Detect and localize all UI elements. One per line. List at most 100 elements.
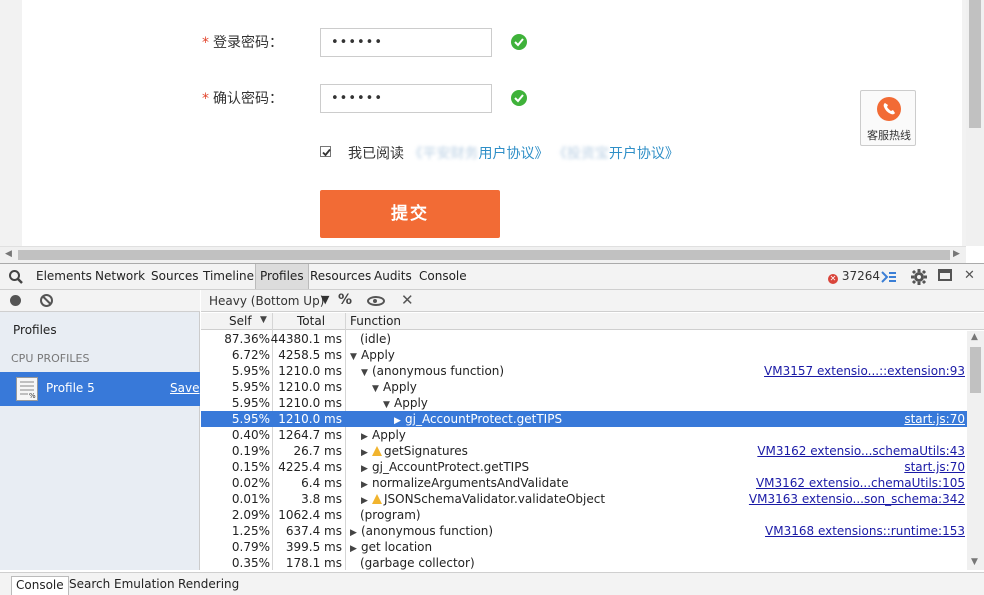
self-cell: 1.25% — [231, 524, 270, 538]
self-cell: 0.02% — [231, 476, 270, 490]
confirm-password-label: * 确认密码： — [202, 91, 283, 107]
record-icon[interactable] — [10, 295, 21, 306]
sidebar-item-profile[interactable]: % Profile 5 Save — [0, 372, 200, 406]
scroll-up-icon[interactable]: ▲ — [971, 332, 978, 342]
table-row[interactable]: 0.02% 6.4 ms ▶ normalizeArgumentsAndValidat… — [201, 475, 967, 491]
total-cell: 1062.4 ms — [278, 508, 342, 522]
source-link[interactable]: start.js:70 — [904, 411, 965, 427]
search-icon[interactable] — [8, 269, 24, 285]
tab-network[interactable]: Network — [91, 264, 149, 289]
phone-icon — [877, 97, 901, 121]
function-cell: (idle) — [360, 331, 391, 347]
error-count[interactable]: ✕ 37264 — [828, 269, 880, 284]
hotline-button[interactable]: 客服热线 — [860, 90, 916, 146]
cpu-profiles-heading: CPU PROFILES — [11, 352, 90, 365]
drawer-tab-rendering[interactable]: Rendering — [174, 576, 243, 595]
scroll-right-icon[interactable]: ▶ — [953, 249, 960, 259]
source-link[interactable]: VM3162 extensio...chemaUtils:105 — [756, 475, 965, 491]
gear-icon[interactable] — [910, 268, 928, 286]
function-cell: (program) — [360, 507, 421, 523]
table-row[interactable]: 1.25% 637.4 ms ▶ (anonymous function) VM3168… — [201, 523, 967, 539]
table-row[interactable]: 87.36% 44380.1 ms (idle) — [201, 331, 967, 347]
user-agreement-link[interactable]: 《平安财务用户协议》 — [408, 146, 548, 162]
table-row[interactable]: 0.19% 26.7 ms ▶ getSignatures VM3162 extensi… — [201, 443, 967, 459]
tab-profiles[interactable]: Profiles — [255, 264, 309, 289]
column-total[interactable]: Total — [297, 314, 325, 328]
exclude-icon[interactable]: ✕ — [401, 291, 414, 309]
grid-header: Self ▼ Total Function — [201, 313, 984, 330]
table-row[interactable]: 0.79% 399.5 ms ▶ get location — [201, 539, 967, 555]
devtools-toolbar: Elements Network Sources Timeline Profil… — [0, 264, 984, 290]
scroll-down-icon[interactable]: ▼ — [971, 557, 978, 567]
tab-audits[interactable]: Audits — [370, 264, 416, 289]
dropdown-arrow-icon[interactable]: ▼ — [321, 293, 329, 306]
agree-checkbox[interactable] — [320, 146, 331, 157]
page-horizontal-scrollbar[interactable]: ◀ ▶ — [0, 246, 966, 263]
warning-icon — [372, 446, 382, 456]
tab-elements[interactable]: Elements — [32, 264, 96, 289]
submit-button[interactable]: 提交 — [320, 190, 500, 238]
table-row[interactable]: 5.95% 1210.0 ms ▼ (anonymous function) VM315… — [201, 363, 967, 379]
profile-toolbar: Heavy (Bottom Up) ▼ % ✕ — [201, 290, 984, 312]
function-name: (idle) — [360, 332, 392, 346]
table-row[interactable]: 0.35% 178.1 ms (garbage collector) — [201, 555, 967, 570]
self-cell: 2.09% — [231, 508, 270, 522]
scroll-thumb[interactable] — [18, 250, 950, 260]
scroll-left-icon[interactable]: ◀ — [5, 249, 12, 259]
column-function[interactable]: Function — [350, 314, 401, 328]
profiles-heading[interactable]: Profiles — [13, 323, 57, 337]
table-row[interactable]: 0.01% 3.8 ms ▶ JSONSchemaValidator.validate… — [201, 491, 967, 507]
table-row[interactable]: 6.72% 4258.5 ms ▼ Apply — [201, 347, 967, 363]
function-name: get location — [361, 540, 433, 554]
console-drawer-icon[interactable] — [881, 270, 897, 284]
table-row[interactable]: 2.09% 1062.4 ms (program) — [201, 507, 967, 523]
valid-check-icon — [511, 90, 527, 106]
password-label: * 登录密码： — [202, 35, 283, 51]
drawer-tab-search[interactable]: Search — [65, 576, 114, 595]
grid-vertical-scrollbar[interactable]: ▲ ▼ — [967, 331, 984, 570]
scroll-thumb[interactable] — [970, 347, 981, 393]
total-cell: 4258.5 ms — [278, 348, 342, 362]
valid-check-icon — [511, 34, 527, 50]
table-row[interactable]: 5.95% 1210.0 ms ▼ Apply — [201, 379, 967, 395]
tab-console[interactable]: Console — [415, 264, 471, 289]
drawer-tab-console[interactable]: Console — [11, 576, 69, 595]
scroll-thumb[interactable] — [969, 0, 981, 128]
function-name: Apply — [372, 428, 406, 442]
self-cell: 0.79% — [231, 540, 270, 554]
source-link[interactable]: VM3162 extensio...schemaUtils:43 — [757, 443, 965, 459]
page-vertical-scrollbar[interactable] — [966, 0, 984, 246]
table-row[interactable]: 5.95% 1210.0 ms ▶ gj_AccountProtect.getTIPS… — [201, 411, 967, 427]
function-name: (anonymous function) — [372, 364, 505, 378]
table-row[interactable]: 0.40% 1264.7 ms ▶ Apply — [201, 427, 967, 443]
close-icon[interactable]: ✕ — [964, 268, 975, 283]
required-mark: * — [202, 91, 209, 107]
warning-icon — [372, 494, 382, 504]
source-link[interactable]: VM3168 extensions::runtime:153 — [765, 523, 965, 539]
dock-icon[interactable] — [938, 269, 954, 283]
view-mode-select[interactable]: Heavy (Bottom Up) — [209, 294, 324, 308]
confirm-password-input[interactable]: •••••• — [320, 84, 492, 113]
source-link[interactable]: VM3157 extensio...::extension:93 — [764, 363, 965, 379]
tab-timeline[interactable]: Timeline — [199, 264, 258, 289]
total-cell: 1210.0 ms — [278, 396, 342, 410]
source-link[interactable]: VM3163 extensio...son_schema:342 — [749, 491, 965, 507]
source-link[interactable]: start.js:70 — [904, 459, 965, 475]
function-name: Apply — [383, 380, 417, 394]
tab-sources[interactable]: Sources — [147, 264, 202, 289]
drawer-tab-emulation[interactable]: Emulation — [110, 576, 179, 595]
focus-eye-icon[interactable] — [367, 296, 385, 306]
column-self[interactable]: Self — [229, 314, 252, 328]
percent-toggle-icon[interactable]: % — [338, 292, 352, 308]
profiles-sidebar: Profiles CPU PROFILES % Profile 5 Save — [0, 290, 200, 570]
save-link[interactable]: Save — [170, 381, 199, 395]
devtools-panel: Elements Network Sources Timeline Profil… — [0, 263, 984, 595]
clear-icon[interactable] — [40, 294, 53, 307]
self-cell: 5.95% — [231, 412, 270, 426]
account-agreement-link[interactable]: 《投资宝开户协议》 — [553, 146, 679, 162]
tab-resources[interactable]: Resources — [306, 264, 375, 289]
password-input[interactable]: •••••• — [320, 28, 492, 57]
total-cell: 1264.7 ms — [278, 428, 342, 442]
table-row[interactable]: 5.95% 1210.0 ms ▼ Apply — [201, 395, 967, 411]
table-row[interactable]: 0.15% 4225.4 ms ▶ gj_AccountProtect.getTIPS… — [201, 459, 967, 475]
